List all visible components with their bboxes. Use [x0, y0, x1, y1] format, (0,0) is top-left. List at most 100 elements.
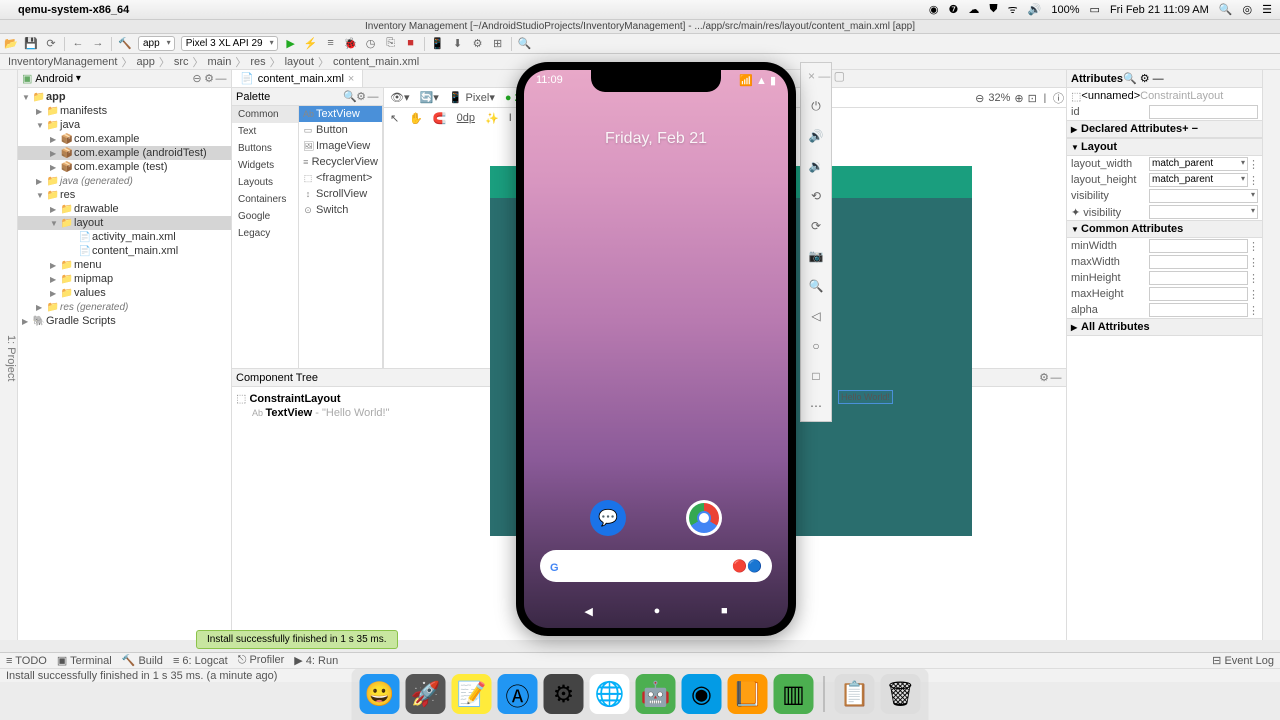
hello-world-label[interactable]: Hello World! [838, 390, 893, 404]
search-icon[interactable]: 🔍 [343, 90, 355, 103]
default-margin[interactable]: 0dp [455, 111, 477, 125]
zoom-out-icon[interactable]: ⊖ [975, 92, 984, 105]
menu-icon[interactable]: ◉ [929, 3, 939, 16]
alpha-input[interactable] [1149, 303, 1248, 317]
orientation-icon[interactable]: 🔄▾ [418, 90, 441, 105]
nav-home-icon[interactable]: ● [654, 605, 661, 618]
siri-icon[interactable]: ◎ [1243, 3, 1253, 16]
gear-icon[interactable]: ⚙ [203, 72, 215, 85]
zoom-fit-icon[interactable]: ⊡ [1028, 92, 1037, 105]
notifications-icon[interactable]: ☰ [1262, 3, 1272, 16]
assistant-icon[interactable]: 🔴🔵 [732, 559, 762, 573]
menu-icon[interactable]: ❼ [949, 3, 959, 16]
select-icon[interactable]: ↖ [388, 111, 401, 126]
crumb[interactable]: main [205, 56, 233, 68]
editor-tab[interactable]: 📄content_main.xml× [232, 70, 363, 87]
trash-icon[interactable]: 🗑 [881, 674, 921, 714]
settings-icon[interactable]: ⚙ [544, 674, 584, 714]
search-icon[interactable]: 🔍 [1123, 72, 1137, 85]
id-input[interactable] [1149, 105, 1258, 119]
pan-icon[interactable]: ✋ [407, 111, 425, 126]
device-combo[interactable]: Pixel 3 XL API 29 [181, 36, 278, 51]
profile-icon[interactable]: ◷ [364, 37, 378, 51]
close-tab-icon[interactable]: × [348, 73, 354, 85]
layout-width-input[interactable]: match_parent [1149, 157, 1248, 171]
app-icon[interactable]: ▥ [774, 674, 814, 714]
camera-icon[interactable]: 📷 [808, 249, 824, 265]
layout-height-input[interactable]: match_parent [1149, 173, 1248, 187]
launchpad-icon[interactable]: 🚀 [406, 674, 446, 714]
zoom-in-icon[interactable]: ⊕ [1014, 92, 1023, 105]
device-select[interactable]: 📱 Pixel▾ [447, 90, 497, 105]
clipboard-icon[interactable]: 📋 [835, 674, 875, 714]
shield-icon[interactable]: ⛊ [989, 3, 997, 16]
visibility-input[interactable] [1149, 189, 1258, 203]
chrome-dock-icon[interactable]: 🌐 [590, 674, 630, 714]
home-icon[interactable]: ○ [808, 339, 824, 355]
view-mode-icon[interactable]: 👁▾ [388, 90, 412, 105]
infer-icon[interactable]: ✨ [483, 111, 501, 126]
overview-icon[interactable]: □ [808, 369, 824, 385]
forward-icon[interactable]: → [91, 37, 105, 51]
avd-icon[interactable]: 📱 [431, 37, 445, 51]
gear-icon[interactable]: ⚙ [355, 90, 367, 103]
apply-code-icon[interactable]: ≡ [324, 37, 338, 51]
emulator-screen[interactable]: 11:09 📶 ▲ ▮ Friday, Feb 21 💬 G 🔴🔵 ◀ ● ■ [524, 70, 788, 628]
left-tool-strip[interactable]: 1: Project Resource Manager [0, 70, 18, 640]
sdk-icon[interactable]: ⬇ [451, 37, 465, 51]
battery-icon[interactable]: ▭ [1090, 3, 1100, 16]
nav-back-icon[interactable]: ◀ [584, 605, 592, 618]
stop-icon[interactable]: ■ [404, 37, 418, 51]
more-icon[interactable]: ⋯ [808, 399, 824, 415]
maxheight-input[interactable] [1149, 287, 1248, 301]
finder-icon[interactable]: 😀 [360, 674, 400, 714]
debug-icon[interactable]: 🐞 [344, 37, 358, 51]
project-tree[interactable]: ▼📁app ▶📁manifests ▼📁java ▶📦com.example ▶… [18, 88, 231, 640]
crumb[interactable]: res [248, 56, 267, 68]
maxwidth-input[interactable] [1149, 255, 1248, 269]
rotate-right-icon[interactable]: ⟳ [808, 219, 824, 235]
crumb[interactable]: content_main.xml [331, 56, 421, 68]
open-icon[interactable]: 📂 [4, 37, 18, 51]
run-icon[interactable]: ▶ [284, 37, 298, 51]
power-icon[interactable]: ⏻ [808, 99, 824, 115]
palette-items[interactable]: AbTextView ▭Button 🖼ImageView ≡RecyclerV… [299, 106, 383, 368]
volume-down-icon[interactable]: 🔉 [808, 159, 824, 175]
emulator-close-icon[interactable]: × — ▢ [808, 69, 824, 85]
collapse-icon[interactable]: ⊖ [191, 72, 203, 85]
project-tool[interactable]: 1: Project [5, 335, 17, 381]
todo-tool[interactable]: ≡ TODO [6, 655, 47, 667]
hide-icon[interactable]: — [1153, 73, 1164, 85]
warnings-icon[interactable]: ⓘ [1053, 90, 1064, 106]
guideline-icon[interactable]: I [507, 111, 514, 125]
messages-app-icon[interactable]: 💬 [590, 500, 626, 536]
rotate-left-icon[interactable]: ⟲ [808, 189, 824, 205]
logcat-tool[interactable]: ≡ 6: Logcat [173, 655, 228, 667]
tools-visibility-input[interactable] [1149, 205, 1258, 219]
profiler-tool[interactable]: ⎋ Profiler [238, 654, 285, 667]
sync-icon[interactable]: ⟳ [44, 37, 58, 51]
back-icon[interactable]: ← [71, 37, 85, 51]
chrome-app-icon[interactable] [686, 500, 722, 536]
notes-icon[interactable]: 📝 [452, 674, 492, 714]
minwidth-input[interactable] [1149, 239, 1248, 253]
build-tool[interactable]: 🔨 Build [122, 654, 163, 667]
crumb[interactable]: app [134, 56, 156, 68]
crumb[interactable]: src [172, 56, 191, 68]
remove-icon[interactable]: − [1192, 123, 1198, 135]
google-search-bar[interactable]: G 🔴🔵 [540, 550, 772, 582]
hide-icon[interactable]: — [367, 91, 379, 103]
crumb[interactable]: InventoryManagement [6, 56, 119, 68]
palette-categories[interactable]: Common Text Buttons Widgets Layouts Cont… [232, 106, 299, 368]
spotlight-icon[interactable]: 🔍 [1219, 3, 1233, 16]
run-config-combo[interactable]: app [138, 36, 175, 51]
attach-icon[interactable]: ⎘ [384, 37, 398, 51]
gear-icon[interactable]: ⚙ [1038, 371, 1050, 384]
structure-icon[interactable]: ⊞ [491, 37, 505, 51]
right-tool-strip[interactable] [1262, 70, 1280, 640]
volume-icon[interactable]: 🔊 [1028, 3, 1042, 16]
terminal-tool[interactable]: ▣ Terminal [57, 654, 112, 667]
back-icon[interactable]: ◁ [808, 309, 824, 325]
hide-icon[interactable]: — [215, 73, 227, 85]
app-icon[interactable]: ◉ [682, 674, 722, 714]
